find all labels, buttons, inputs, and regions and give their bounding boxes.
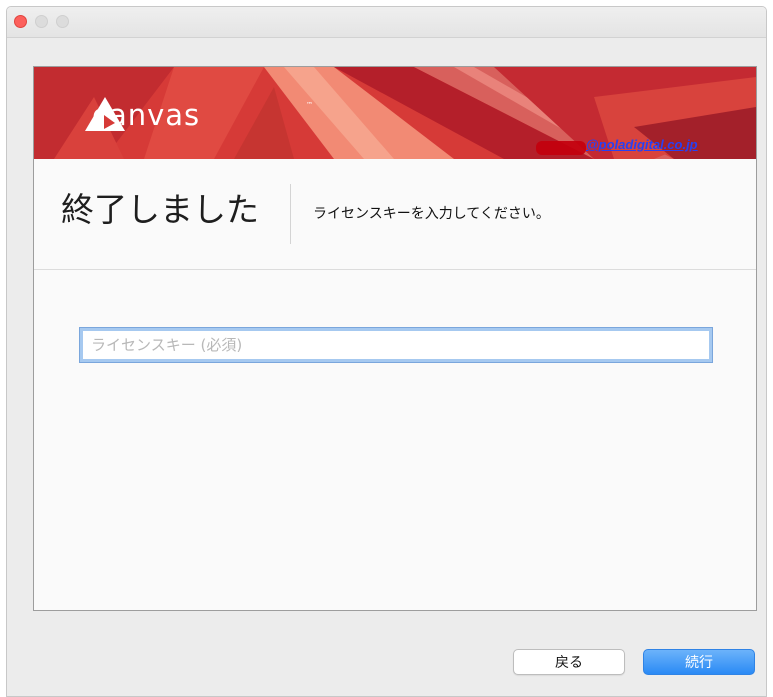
continue-button[interactable]: 続行 bbox=[643, 649, 755, 675]
canvas-banner: canvas ™ @poladigital.co.jp bbox=[34, 67, 756, 159]
logo-trademark: ™ bbox=[306, 101, 313, 109]
minimize-window-icon[interactable] bbox=[35, 15, 48, 28]
title-bar[interactable] bbox=[7, 7, 766, 38]
header-divider bbox=[290, 184, 291, 244]
license-key-input[interactable] bbox=[79, 327, 713, 363]
redacted-email-prefix bbox=[536, 141, 586, 155]
back-button[interactable]: 戻る bbox=[513, 649, 625, 675]
account-email-link[interactable]: @poladigital.co.jp bbox=[586, 137, 698, 152]
close-window-icon[interactable] bbox=[14, 15, 27, 28]
page-title: 終了しました bbox=[61, 190, 259, 229]
installer-window: canvas ™ @poladigital.co.jp 終了しました ライセンス… bbox=[6, 6, 767, 697]
content-panel: canvas ™ @poladigital.co.jp 終了しました ライセンス… bbox=[33, 66, 757, 611]
canvas-logo: canvas ™ bbox=[84, 95, 313, 135]
maximize-window-icon[interactable] bbox=[56, 15, 69, 28]
page-header: 終了しました ライセンスキーを入力してください。 bbox=[34, 159, 756, 270]
canvas-logo-icon bbox=[85, 97, 125, 131]
page-subtitle: ライセンスキーを入力してください。 bbox=[313, 206, 550, 222]
